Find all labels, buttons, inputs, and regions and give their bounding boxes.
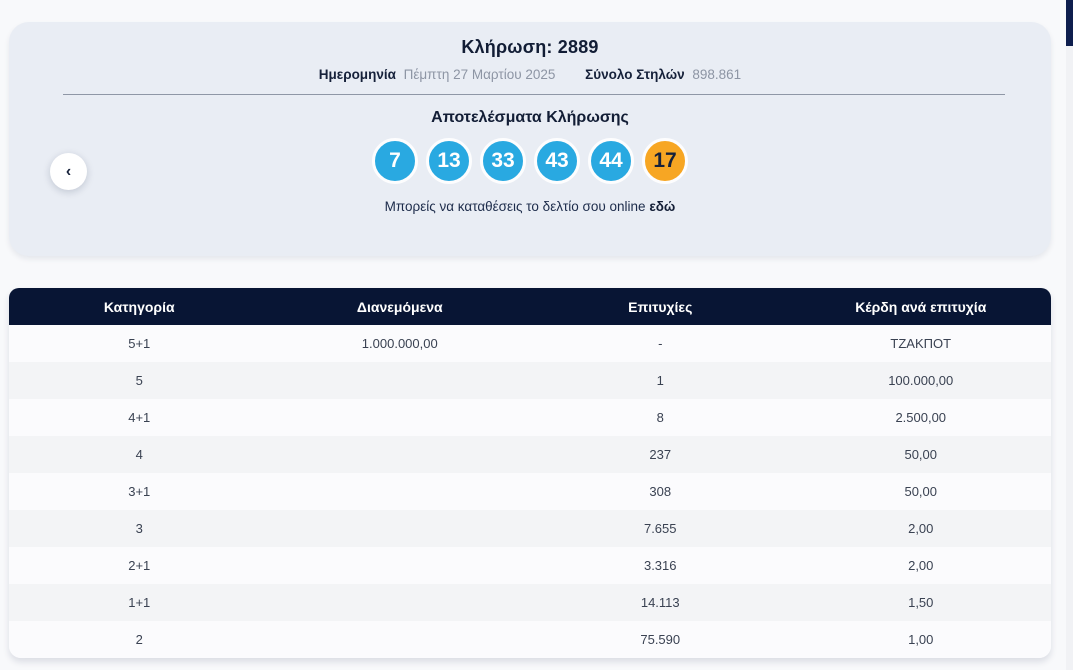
scrollbar-thumb[interactable] <box>1066 0 1073 46</box>
winnings-table: Κατηγορία Διανεμόμενα Επιτυχίες Κέρδη ανά ε… <box>9 288 1051 658</box>
column-header: Κέρδη ανά επιτυχία <box>855 298 987 315</box>
here-link[interactable]: εδώ <box>649 199 675 214</box>
table-row: 2+1 3.316 2,00 <box>9 547 1051 584</box>
table-row: 4+1 8 2.500,00 <box>9 399 1051 436</box>
table-cell: 50,00 <box>904 484 938 499</box>
table-cell: - <box>658 336 663 351</box>
total-columns-label: Σύνολο Στηλών <box>585 67 685 82</box>
previous-draw-button[interactable]: ‹ <box>50 153 87 190</box>
table-cell: 1,00 <box>908 632 934 647</box>
table-cell: 1+1 <box>128 595 151 610</box>
column-header: Κατηγορία <box>103 298 175 315</box>
panel-divider <box>63 94 1005 95</box>
table-cell: 3+1 <box>128 484 151 499</box>
online-deposit-note: Μπορείς να καταθέσεις το δελτίο σου onli… <box>9 199 1051 214</box>
column-header: Διανεμόμενα <box>356 298 443 315</box>
table-cell: 8 <box>656 410 664 425</box>
table-row: 1+1 14.113 1,50 <box>9 584 1051 621</box>
table-cell: 4+1 <box>128 410 151 425</box>
table-cell: 2 <box>135 632 143 647</box>
drawn-number-ball: 7 <box>372 138 418 184</box>
drawn-numbers-row: 7 13 33 43 44 17 <box>9 138 1051 184</box>
table-row: 3+1 308 50,00 <box>9 473 1051 510</box>
table-cell: 1,50 <box>908 595 934 610</box>
chevron-left-icon: ‹ <box>65 162 72 180</box>
table-cell: 50,00 <box>904 447 938 462</box>
draw-title: Κλήρωση: 2889 <box>461 37 599 57</box>
table-cell: 1.000.000,00 <box>361 336 438 351</box>
drawn-number-ball: 33 <box>480 138 526 184</box>
table-cell: 3 <box>135 521 143 536</box>
scrollbar-track[interactable] <box>1066 0 1073 670</box>
table-cell: 100.000,00 <box>888 373 954 388</box>
drawn-number-ball: 44 <box>588 138 634 184</box>
table-cell: 75.590 <box>640 632 681 647</box>
table-cell: 5 <box>135 373 143 388</box>
table-cell: 7.655 <box>643 521 677 536</box>
online-note-text: Μπορείς να καταθέσεις το δελτίο σου onli… <box>384 199 646 214</box>
table-cell: 2+1 <box>128 558 151 573</box>
table-cell: ΤΖΑΚΠΟΤ <box>890 336 952 351</box>
table-body: 5+1 1.000.000,00 - ΤΖΑΚΠΟΤ 5 1 100.000,00 4+1 8 2… <box>9 325 1051 658</box>
draw-results-panel: Κλήρωση: 2889 Ημερομηνία Πέμπτη 27 Μαρτί… <box>9 22 1051 256</box>
joker-number-ball: 17 <box>642 138 688 184</box>
table-cell: 4 <box>135 447 143 462</box>
drawn-number-ball: 43 <box>534 138 580 184</box>
table-header-row: Κατηγορία Διανεμόμενα Επιτυχίες Κέρδη ανά ε… <box>9 288 1051 325</box>
table-cell: 5+1 <box>128 336 151 351</box>
table-cell: 308 <box>649 484 672 499</box>
draw-date-value: Πέμπτη 27 Μαρτίου 2025 <box>403 67 556 82</box>
results-subtitle: Αποτελέσματα Κλήρωσης <box>431 109 629 126</box>
table-row: 5+1 1.000.000,00 - ΤΖΑΚΠΟΤ <box>9 325 1051 362</box>
table-cell: 2,00 <box>908 558 934 573</box>
table-row: 2 75.590 1,00 <box>9 621 1051 658</box>
table-row: 4 237 50,00 <box>9 436 1051 473</box>
column-header: Επιτυχίες <box>628 298 693 315</box>
table-cell: 14.113 <box>640 595 680 610</box>
table-cell: 237 <box>649 447 672 462</box>
table-row: 3 7.655 2,00 <box>9 510 1051 547</box>
drawn-number-ball: 13 <box>426 138 472 184</box>
table-cell: 3.316 <box>643 558 677 573</box>
table-row: 5 1 100.000,00 <box>9 362 1051 399</box>
table-cell: 2,00 <box>908 521 934 536</box>
draw-date-label: Ημερομηνία <box>318 67 396 82</box>
table-cell: 1 <box>656 373 664 388</box>
total-columns-value: 898.861 <box>692 67 742 82</box>
draw-meta: Ημερομηνία Πέμπτη 27 Μαρτίου 2025 Σύνολο… <box>9 67 1051 82</box>
table-cell: 2.500,00 <box>895 410 947 425</box>
draw-date: Ημερομηνία Πέμπτη 27 Μαρτίου 2025 <box>319 67 556 82</box>
total-columns: Σύνολο Στηλών 898.861 <box>585 67 741 82</box>
